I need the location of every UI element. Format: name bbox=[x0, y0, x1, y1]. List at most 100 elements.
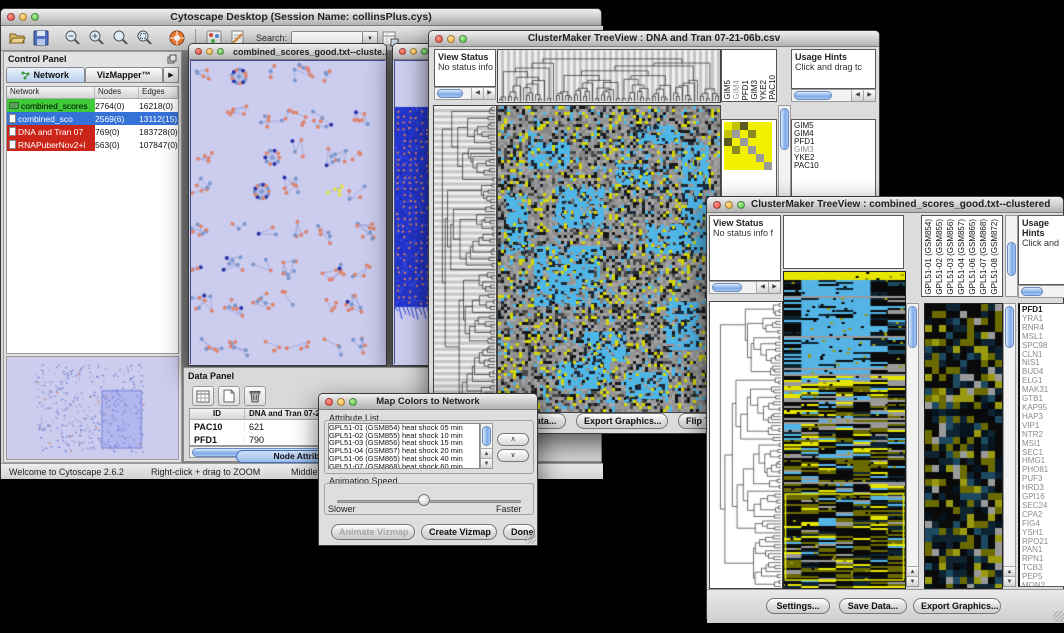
zoom-button[interactable] bbox=[421, 48, 428, 55]
heatmap-cell bbox=[764, 162, 772, 170]
birdseye-overview-canvas[interactable] bbox=[6, 356, 179, 460]
zoom-selected-button[interactable] bbox=[133, 27, 157, 49]
network-view-titlebar[interactable]: combined_scores_good.txt--cluste... bbox=[189, 44, 386, 60]
settings-button[interactable]: Settings... bbox=[766, 598, 830, 614]
heatmap-cell bbox=[724, 138, 732, 146]
scrollbar-thumb[interactable] bbox=[482, 426, 491, 446]
resize-grip[interactable] bbox=[1053, 611, 1064, 622]
row-dendrogram-canvas[interactable] bbox=[433, 105, 497, 413]
scroll-down-icon[interactable] bbox=[481, 458, 492, 468]
attribute-item[interactable]: GPL51-07 (GSM868) heat shock 60 min bbox=[329, 463, 479, 469]
scrollbar-thumb[interactable] bbox=[780, 108, 789, 150]
select-attributes-icon[interactable] bbox=[192, 386, 214, 406]
scroll-right-icon[interactable] bbox=[768, 282, 780, 293]
attribute-list-vscrollbar[interactable] bbox=[480, 423, 493, 469]
network-table-row[interactable]: RNAPuberNov2+l563(0)107847(0) bbox=[7, 138, 178, 151]
minimize-button[interactable] bbox=[337, 398, 345, 406]
delete-attribute-trash-icon[interactable] bbox=[244, 386, 266, 406]
main-titlebar[interactable]: Cytoscape Desktop (Session Name: collins… bbox=[1, 9, 601, 26]
network-table-row[interactable]: combined_sco2569(6)13112(15) bbox=[7, 112, 178, 125]
zoom-heatmap-canvas[interactable] bbox=[924, 303, 1003, 589]
zoom-in-button[interactable] bbox=[85, 27, 109, 49]
scroll-left-icon[interactable] bbox=[756, 282, 768, 293]
save-data-button[interactable]: Save Data... bbox=[839, 598, 907, 614]
view-status-hscrollbar[interactable] bbox=[709, 281, 781, 294]
float-panel-icon[interactable] bbox=[167, 54, 177, 64]
zoom-vscrollbar[interactable] bbox=[1003, 303, 1016, 587]
view-status-hscrollbar[interactable] bbox=[434, 87, 496, 100]
column-label: GPL51-03 (GSM856) bbox=[945, 219, 956, 295]
heatmap-canvas[interactable] bbox=[783, 271, 906, 589]
network-nodes-count: 2569(6) bbox=[95, 114, 139, 124]
column-dendrogram-canvas[interactable] bbox=[497, 49, 721, 103]
tab-overflow-arrow[interactable]: ▶ bbox=[163, 67, 179, 83]
animate-vizmap-button[interactable]: Animate Vizmap bbox=[331, 524, 415, 540]
scrollbar-thumb[interactable] bbox=[712, 283, 742, 292]
zoom-button[interactable] bbox=[737, 201, 745, 209]
scroll-up-icon[interactable] bbox=[1004, 566, 1015, 576]
usage-hints-hscrollbar[interactable] bbox=[1018, 285, 1064, 298]
scroll-left-icon[interactable] bbox=[471, 88, 483, 99]
scroll-down-icon[interactable] bbox=[1004, 576, 1015, 586]
scroll-down-icon[interactable] bbox=[907, 576, 918, 586]
tab-network[interactable]: Network bbox=[6, 67, 85, 83]
heatmap-vscrollbar[interactable] bbox=[906, 303, 919, 587]
network-table-row[interactable]: combined_scores2764(0)16218(0) bbox=[7, 99, 178, 112]
scroll-right-icon[interactable] bbox=[863, 90, 875, 101]
move-down-button[interactable]: ∨ bbox=[497, 449, 529, 462]
close-button[interactable] bbox=[195, 48, 202, 55]
scroll-up-icon[interactable] bbox=[907, 566, 918, 576]
dialog-titlebar[interactable]: Map Colors to Network bbox=[319, 394, 537, 410]
close-button[interactable] bbox=[7, 13, 15, 21]
scrollbar-thumb[interactable] bbox=[908, 306, 917, 348]
search-label: Search: bbox=[256, 33, 287, 43]
close-button[interactable] bbox=[325, 398, 333, 406]
minimize-button[interactable] bbox=[206, 48, 213, 55]
resize-grip[interactable] bbox=[525, 533, 536, 544]
column-dendrogram-area[interactable] bbox=[783, 215, 904, 269]
zoom-button[interactable] bbox=[349, 398, 357, 406]
network-nodes-count: 563(0) bbox=[95, 140, 139, 150]
new-attribute-icon[interactable] bbox=[218, 386, 240, 406]
gene-list: PFD1YRA1RNR4MSL1SPC98CLN1NIS1BUD4ELG1MAK… bbox=[1020, 306, 1064, 587]
treeview2-titlebar[interactable]: ClusterMaker TreeView : combined_scores_… bbox=[707, 197, 1063, 213]
treeview1-titlebar[interactable]: ClusterMaker TreeView : DNA and Tran 07-… bbox=[429, 31, 879, 47]
export-graphics-button[interactable]: Export Graphics... bbox=[913, 598, 1001, 614]
heatmap-cell bbox=[748, 138, 756, 146]
close-button[interactable] bbox=[399, 48, 406, 55]
zoom-button[interactable] bbox=[459, 35, 467, 43]
minimize-button[interactable] bbox=[410, 48, 417, 55]
zoom-out-button[interactable] bbox=[61, 27, 85, 49]
scrollbar-thumb[interactable] bbox=[1007, 242, 1016, 276]
network-table-row[interactable]: DNA and Tran 07769(0)183728(0) bbox=[7, 125, 178, 138]
scroll-left-icon[interactable] bbox=[851, 90, 863, 101]
minimize-button[interactable] bbox=[19, 13, 27, 21]
zoom-button[interactable] bbox=[217, 48, 224, 55]
slider-thumb[interactable] bbox=[418, 494, 430, 506]
scrollbar-thumb[interactable] bbox=[437, 89, 463, 98]
network-graph-canvas[interactable] bbox=[191, 61, 386, 365]
scrollbar-thumb[interactable] bbox=[794, 91, 832, 100]
create-vizmap-button[interactable]: Create Vizmap bbox=[421, 524, 497, 540]
heatmap-canvas[interactable] bbox=[497, 105, 721, 413]
close-button[interactable] bbox=[435, 35, 443, 43]
scroll-right-icon[interactable] bbox=[483, 88, 495, 99]
scroll-up-icon[interactable] bbox=[481, 448, 492, 458]
open-session-button[interactable] bbox=[5, 27, 29, 49]
scrollbar-thumb[interactable] bbox=[1005, 306, 1014, 348]
move-up-button[interactable]: ∧ bbox=[497, 433, 529, 446]
minimize-button[interactable] bbox=[725, 201, 733, 209]
column-labels-vscrollbar[interactable] bbox=[1005, 215, 1018, 297]
zoom-button[interactable] bbox=[31, 13, 39, 21]
correlation-heatmap[interactable] bbox=[722, 120, 776, 172]
scrollbar-thumb[interactable] bbox=[1021, 287, 1043, 296]
minimize-button[interactable] bbox=[447, 35, 455, 43]
row-dendrogram-canvas[interactable] bbox=[709, 301, 783, 589]
zoom-fit-button[interactable] bbox=[109, 27, 133, 49]
export-graphics-button[interactable]: Export Graphics... bbox=[576, 413, 668, 429]
help-lifering-icon[interactable] bbox=[165, 27, 189, 49]
tab-vizmapper[interactable]: VizMapper™ bbox=[85, 67, 164, 83]
close-button[interactable] bbox=[713, 201, 721, 209]
save-session-button[interactable] bbox=[29, 27, 53, 49]
usage-hints-hscrollbar[interactable] bbox=[791, 89, 876, 102]
